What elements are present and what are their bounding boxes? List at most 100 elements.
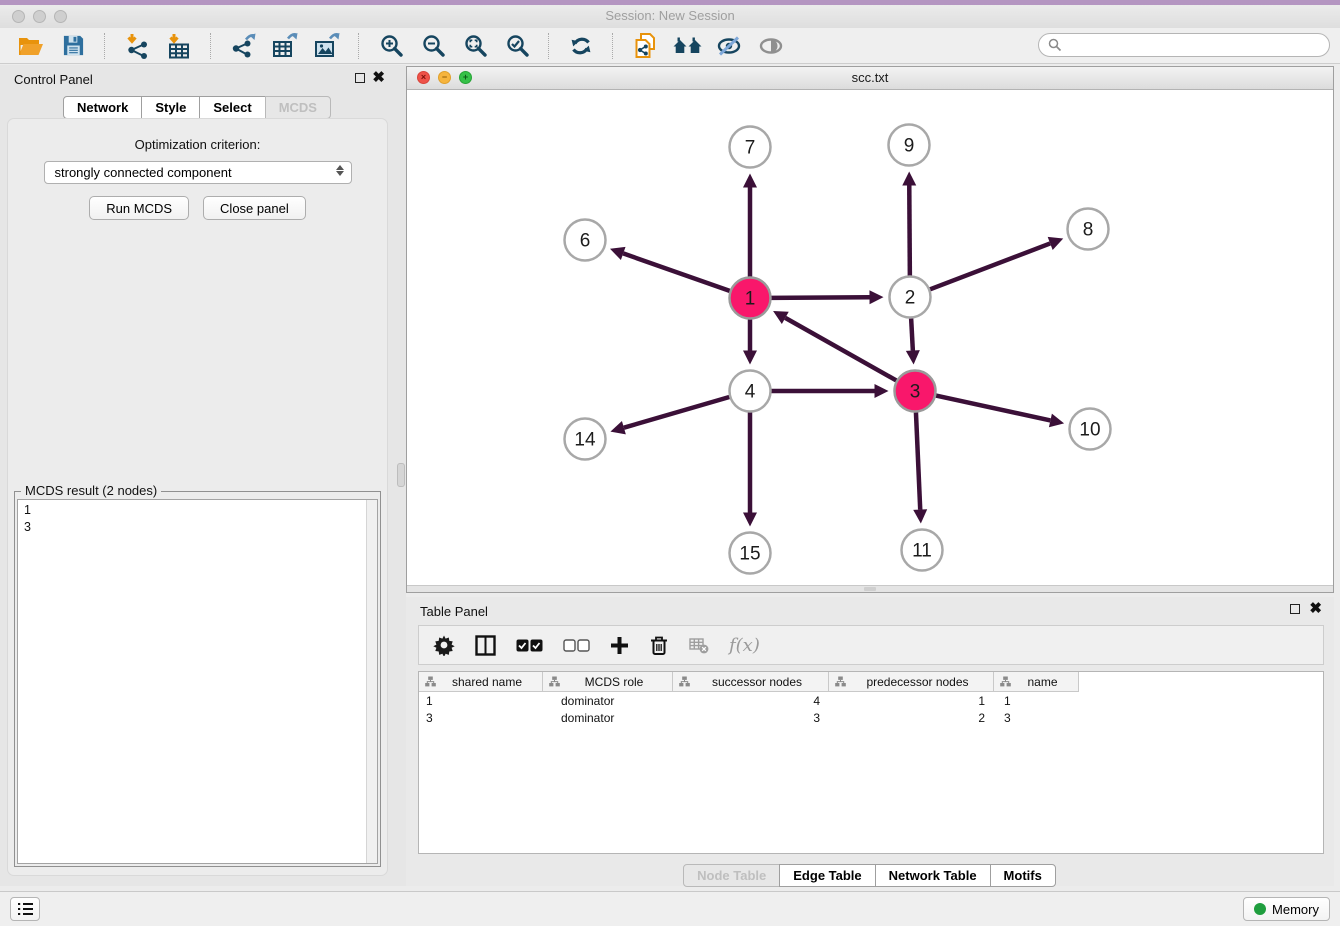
column-header-mcds-role[interactable]: MCDS role — [543, 672, 673, 692]
table-cell: dominator — [543, 711, 673, 725]
table-row[interactable]: 1dominator411 — [419, 692, 1323, 709]
graph-node-7[interactable]: 7 — [730, 127, 771, 168]
graph-edge-arrowhead — [610, 247, 626, 260]
splitter-handle[interactable] — [864, 587, 876, 591]
column-header-name[interactable]: name — [994, 672, 1079, 692]
svg-text:7: 7 — [745, 138, 756, 159]
graph-edge-arrowhead — [743, 513, 757, 527]
search-input[interactable] — [1038, 33, 1330, 57]
import-network-icon[interactable] — [120, 31, 154, 61]
result-scrollbar[interactable] — [366, 500, 377, 863]
task-history-button[interactable] — [10, 897, 40, 921]
hide-selected-icon[interactable] — [712, 31, 746, 61]
graph-node-9[interactable]: 9 — [889, 125, 930, 166]
zoom-in-icon[interactable] — [374, 31, 408, 61]
table-cell: 3 — [994, 711, 1079, 725]
column-tree-icon — [679, 676, 690, 687]
svg-text:14: 14 — [574, 430, 596, 451]
memory-label: Memory — [1272, 902, 1319, 917]
zoom-fit-icon[interactable] — [458, 31, 492, 61]
graph-edge-3-1[interactable] — [785, 318, 896, 381]
select-all-icon[interactable] — [516, 639, 543, 652]
graph-edge-3-10[interactable] — [936, 396, 1050, 421]
graph-node-8[interactable]: 8 — [1068, 209, 1109, 250]
column-header-successor-nodes[interactable]: successor nodes — [673, 672, 829, 692]
show-all-icon[interactable] — [754, 31, 788, 61]
column-header-shared-name[interactable]: shared name — [419, 672, 543, 692]
vertical-splitter — [395, 65, 406, 886]
zoom-selected-icon[interactable] — [500, 31, 534, 61]
criterion-dropdown[interactable]: strongly connected component — [44, 161, 352, 184]
horizontal-splitter — [407, 585, 1333, 592]
tab-edge-table[interactable]: Edge Table — [779, 864, 875, 887]
function-builder-icon[interactable]: f(x) — [729, 635, 760, 656]
tab-select[interactable]: Select — [199, 96, 265, 119]
graph-edge-arrowhead — [902, 171, 916, 185]
network-canvas[interactable]: 7 9 6 8 1 2 4 3 14 10 15 11 — [407, 89, 1333, 586]
close-panel-icon[interactable]: ✖ — [1309, 599, 1322, 617]
svg-text:15: 15 — [739, 544, 760, 565]
graph-node-3[interactable]: 3 — [895, 371, 936, 412]
tab-mcds[interactable]: MCDS — [265, 96, 331, 119]
mcds-result-area[interactable]: 1 3 — [17, 499, 378, 864]
close-panel-icon[interactable]: ✖ — [372, 68, 385, 86]
graph-node-11[interactable]: 11 — [902, 530, 943, 571]
close-panel-button[interactable]: Close panel — [203, 196, 306, 220]
graph-edge-4-14[interactable] — [624, 397, 729, 428]
graph-edge-1-6[interactable] — [623, 253, 730, 290]
import-table-icon[interactable] — [162, 31, 196, 61]
table-panel: Table Panel ✖ f(x) shared nameMCDS roles… — [406, 597, 1334, 886]
save-session-icon[interactable] — [56, 31, 90, 61]
refresh-icon[interactable] — [564, 31, 598, 61]
float-panel-icon[interactable] — [355, 73, 365, 83]
float-panel-icon[interactable] — [1290, 604, 1300, 614]
delete-column-icon[interactable] — [649, 635, 669, 656]
graph-node-2[interactable]: 2 — [890, 277, 931, 318]
column-tree-icon — [1000, 676, 1011, 687]
network-titlebar[interactable]: × − + scc.txt — [407, 67, 1333, 90]
control-panel-title: Control Panel — [14, 72, 93, 87]
run-mcds-button[interactable]: Run MCDS — [89, 196, 189, 220]
graph-edge-arrowhead — [869, 290, 883, 304]
graph-edge-2-8[interactable] — [930, 243, 1050, 289]
svg-text:3: 3 — [910, 382, 921, 403]
graph-node-14[interactable]: 14 — [565, 419, 606, 460]
column-header-predecessor-nodes[interactable]: predecessor nodes — [829, 672, 994, 692]
export-image-icon[interactable] — [310, 31, 344, 61]
svg-text:8: 8 — [1083, 220, 1094, 241]
graph-edge-1-2[interactable] — [771, 297, 869, 298]
first-neighbors-icon[interactable] — [670, 31, 704, 61]
graph-edge-3-11[interactable] — [916, 412, 920, 509]
open-session-icon[interactable] — [14, 31, 48, 61]
svg-text:11: 11 — [912, 541, 932, 562]
export-table-icon[interactable] — [268, 31, 302, 61]
table-cell: 3 — [673, 711, 829, 725]
graph-edge-2-9[interactable] — [909, 185, 910, 275]
table-settings-icon[interactable] — [433, 634, 455, 656]
graph-node-1[interactable]: 1 — [730, 278, 771, 319]
graph-node-4[interactable]: 4 — [730, 371, 771, 412]
graph-node-10[interactable]: 10 — [1070, 409, 1111, 450]
tab-network[interactable]: Network — [63, 96, 142, 119]
table-row[interactable]: 3dominator323 — [419, 709, 1323, 726]
tab-motifs[interactable]: Motifs — [990, 864, 1056, 887]
duplicate-network-icon[interactable] — [628, 31, 662, 61]
memory-button[interactable]: Memory — [1243, 897, 1330, 921]
network-title: scc.txt — [407, 70, 1333, 85]
graph-node-15[interactable]: 15 — [730, 533, 771, 574]
graph-edge-2-3[interactable] — [911, 318, 913, 350]
splitter-handle[interactable] — [397, 463, 405, 487]
zoom-out-icon[interactable] — [416, 31, 450, 61]
export-network-icon[interactable] — [226, 31, 260, 61]
graph-edge-arrowhead — [610, 421, 625, 434]
optimization-label: Optimization criterion: — [8, 137, 387, 152]
deselect-all-icon[interactable] — [563, 639, 590, 652]
add-column-icon[interactable] — [610, 636, 629, 655]
tab-style[interactable]: Style — [141, 96, 200, 119]
tab-node-table[interactable]: Node Table — [683, 864, 780, 887]
table-cell: 1 — [994, 694, 1079, 708]
delete-table-icon[interactable] — [689, 636, 709, 654]
split-view-icon[interactable] — [475, 635, 496, 656]
tab-network-table[interactable]: Network Table — [875, 864, 991, 887]
graph-node-6[interactable]: 6 — [565, 220, 606, 261]
